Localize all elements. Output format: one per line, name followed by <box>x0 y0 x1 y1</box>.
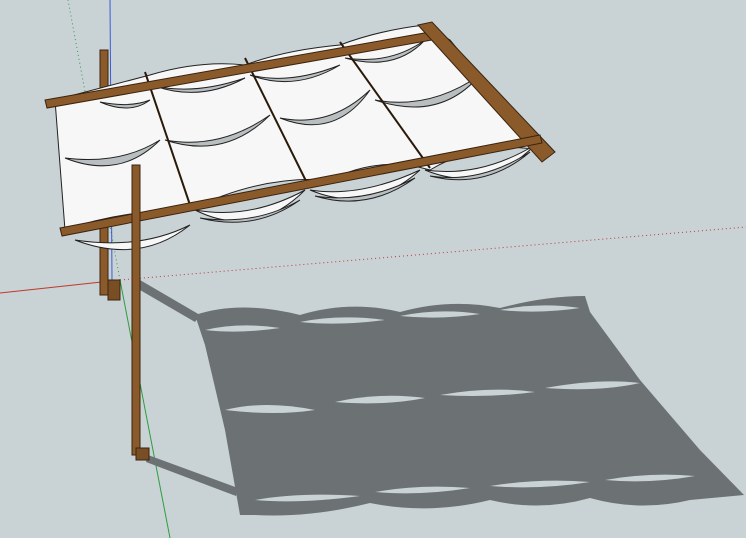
modeling-viewport[interactable] <box>0 0 746 538</box>
